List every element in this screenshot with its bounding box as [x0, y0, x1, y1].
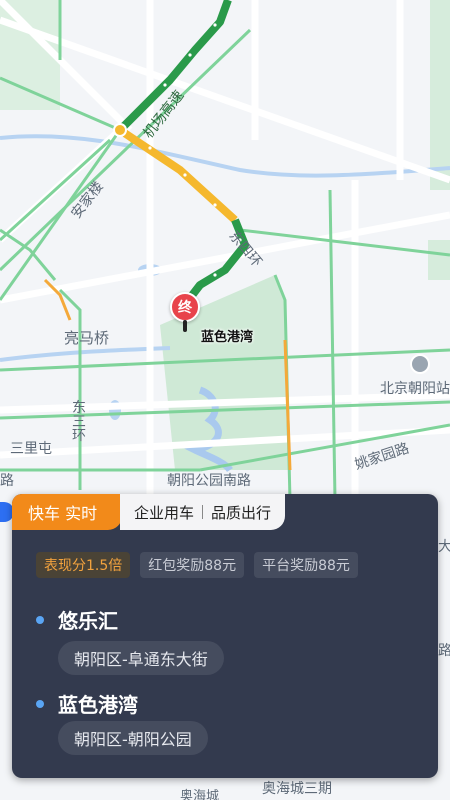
tab-express-realtime[interactable]: 快车 实时	[12, 494, 122, 530]
origin-name: 悠乐汇	[58, 609, 118, 633]
order-tabs: 快车 实时 企业用车 品质出行	[12, 494, 286, 532]
map-label-aohaicheng: 奥海城	[180, 789, 220, 800]
destination-pin-badge: 终	[170, 292, 200, 322]
map-label-right-edge-2: 路口	[438, 643, 450, 659]
destination-name: 蓝色港湾	[58, 693, 138, 717]
destination-map-label: 蓝色港湾	[201, 330, 254, 345]
tab-enterprise[interactable]: 企业用车	[134, 502, 194, 523]
map-label-beijing-chaoyang-station: 北京朝阳站	[380, 381, 450, 397]
tab-divider	[202, 505, 204, 519]
origin-dot-icon	[36, 615, 44, 624]
chip-platform-reward: 平台奖励88元	[254, 552, 358, 578]
map-label-road-left: 路	[0, 473, 14, 489]
destination-pin[interactable]: 终	[170, 292, 200, 342]
tab-group-secondary: 企业用车 品质出行	[120, 494, 286, 530]
destination-address: 朝阳区-朝阳公园	[58, 721, 208, 755]
order-panel: 快车 实时 企业用车 品质出行 表现分1.5倍 红包奖励88元 平台奖励88元 …	[12, 494, 438, 778]
origin-stop: 悠乐汇	[36, 605, 118, 634]
map-label-dongsanhuan: 东三环	[72, 400, 86, 444]
map-label-right-edge-1: 大	[438, 539, 450, 555]
map-label-liangmaqiao: 亮马桥	[64, 329, 110, 347]
destination-dot-icon	[36, 699, 44, 708]
origin-address: 朝阳区-阜通东大街	[58, 641, 224, 675]
tab-premium[interactable]: 品质出行	[211, 502, 271, 523]
map-label-aohaicheng-phase3: 奥海城三期	[262, 781, 332, 797]
chip-performance-score: 表现分1.5倍	[36, 552, 131, 578]
map-label-sanlitun: 三里屯	[10, 441, 52, 457]
station-icon	[410, 354, 430, 374]
destination-stop: 蓝色港湾	[36, 689, 138, 718]
reward-chips: 表现分1.5倍 红包奖励88元 平台奖励88元	[36, 552, 358, 578]
destination-pin-stick	[183, 320, 187, 332]
map-label-chaoyang-park-south-rd: 朝阳公园南路	[167, 473, 251, 489]
chip-red-packet-reward: 红包奖励88元	[140, 552, 245, 578]
